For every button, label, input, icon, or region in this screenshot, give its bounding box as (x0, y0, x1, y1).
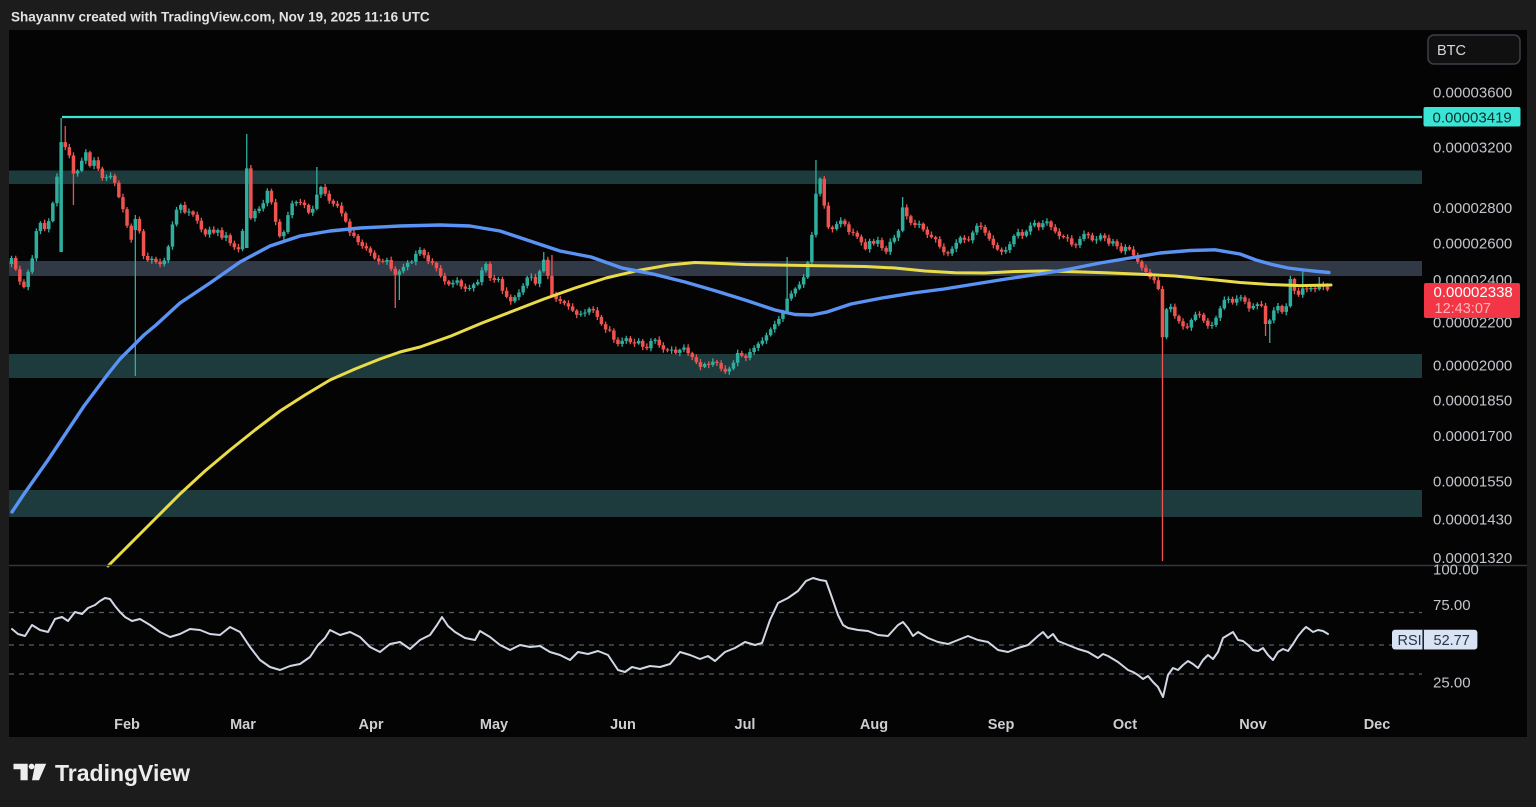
svg-text:100.00: 100.00 (1433, 561, 1479, 578)
svg-text:Jul: Jul (735, 717, 756, 733)
svg-text:0.00001850: 0.00001850 (1433, 392, 1512, 409)
svg-text:BTC: BTC (1437, 43, 1466, 59)
svg-text:0.00002000: 0.00002000 (1433, 357, 1512, 374)
svg-text:Dec: Dec (1364, 717, 1391, 733)
svg-text:0.00001430: 0.00001430 (1433, 511, 1512, 528)
svg-text:Sep: Sep (988, 717, 1015, 733)
svg-text:May: May (480, 717, 508, 733)
svg-text:TradingView: TradingView (55, 760, 190, 786)
svg-text:Oct: Oct (1113, 717, 1137, 733)
svg-text:RSI: RSI (1398, 633, 1422, 649)
svg-text:Apr: Apr (359, 717, 384, 733)
svg-text:52.77: 52.77 (1434, 633, 1470, 649)
svg-text:Aug: Aug (860, 717, 888, 733)
svg-text:0.00002338: 0.00002338 (1434, 284, 1513, 301)
svg-text:0.00001700: 0.00001700 (1433, 428, 1512, 445)
svg-text:12:43:07: 12:43:07 (1435, 301, 1491, 317)
svg-text:25.00: 25.00 (1433, 674, 1471, 691)
svg-text:Mar: Mar (230, 717, 256, 733)
svg-text:0.00003200: 0.00003200 (1433, 139, 1512, 156)
svg-text:0.00003600: 0.00003600 (1433, 84, 1512, 101)
svg-text:Feb: Feb (114, 717, 140, 733)
svg-text:0.00003419: 0.00003419 (1433, 109, 1512, 126)
svg-text:0.00002800: 0.00002800 (1433, 200, 1512, 217)
svg-text:75.00: 75.00 (1433, 597, 1471, 614)
svg-text:Jun: Jun (610, 717, 636, 733)
svg-text:0.00002600: 0.00002600 (1433, 235, 1512, 252)
svg-text:Nov: Nov (1239, 717, 1266, 733)
svg-text:Shayannv created with TradingV: Shayannv created with TradingView.com, N… (11, 10, 430, 25)
svg-text:0.00001550: 0.00001550 (1433, 473, 1512, 490)
